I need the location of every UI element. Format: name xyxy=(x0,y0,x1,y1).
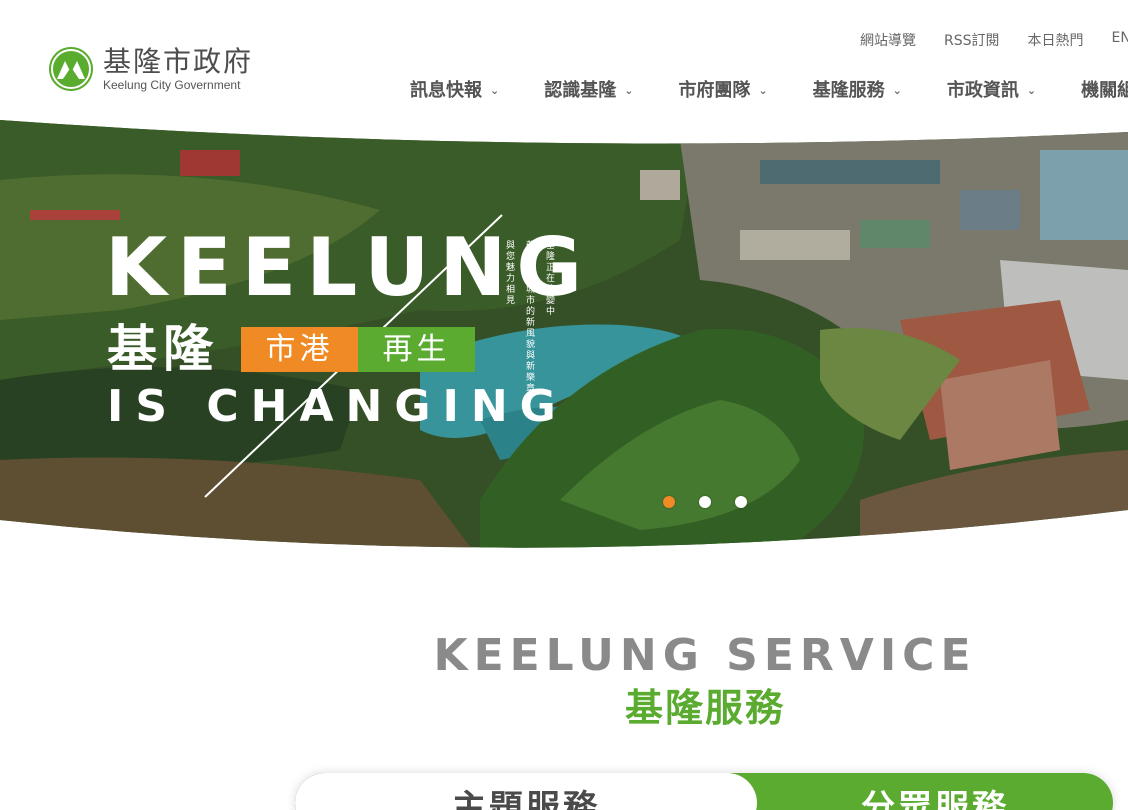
hero-vertical-text: 帶來海洋城市的新風貌與新樂章 xyxy=(524,240,534,394)
hero-tag-regeneration: 再生 xyxy=(358,327,475,372)
logo-title-zh: 基隆市政府 xyxy=(103,45,254,78)
nav-item-label: 機關組 xyxy=(1081,80,1128,101)
carousel-dot-3[interactable] xyxy=(735,496,747,508)
nav-item-agencies[interactable]: 機關組 xyxy=(1081,76,1128,102)
carousel-indicators xyxy=(663,496,747,508)
nav-item-city-info[interactable]: 市政資訊 ⌄ xyxy=(947,76,1036,102)
chevron-down-icon: ⌄ xyxy=(892,83,902,97)
hero-vertical-text: 基隆正在改變中 xyxy=(544,240,554,317)
main-nav: 訊息快報 ⌄ 認識基隆 ⌄ 市府團隊 ⌄ 基隆服務 ⌄ 市政資訊 ⌄ 機關組 xyxy=(410,76,1128,102)
rss-link[interactable]: RSS訂閱 xyxy=(944,30,1000,50)
section-title-zh: 基隆服務 xyxy=(624,686,785,730)
hero-vertical-text: 與您魅力相見 xyxy=(504,240,514,306)
keelung-emblem-icon xyxy=(49,47,93,91)
chevron-down-icon: ⌄ xyxy=(624,83,634,97)
chevron-down-icon: ⌄ xyxy=(1026,83,1037,97)
tab-theme-services[interactable]: 主題服務 xyxy=(295,773,757,810)
english-link[interactable]: EN xyxy=(1112,30,1128,50)
site-logo[interactable]: 基隆市政府 Keelung City Government xyxy=(49,46,253,92)
utility-nav: 網站導覽 RSS訂閱 本日熱門 EN xyxy=(860,30,1128,50)
nav-item-label: 市政資訊 xyxy=(946,80,1019,101)
nav-item-label: 認識基隆 xyxy=(544,80,617,101)
hero-subtitle: IS CHANGING xyxy=(107,381,568,432)
service-tabs: 主題服務 分眾服務 xyxy=(295,773,1113,810)
hero-title-zh: 基隆 xyxy=(107,320,219,378)
nav-item-about-keelung[interactable]: 認識基隆 ⌄ xyxy=(544,76,633,102)
hero-title: KEELUNG xyxy=(105,221,592,314)
tab-audience-services[interactable]: 分眾服務 xyxy=(757,773,1113,810)
carousel-dot-1[interactable] xyxy=(663,496,675,508)
tab-label: 分眾服務 xyxy=(861,788,1009,810)
chevron-down-icon: ⌄ xyxy=(758,83,768,97)
nav-item-label: 訊息快報 xyxy=(410,80,482,101)
chevron-down-icon: ⌄ xyxy=(490,83,500,97)
nav-item-label: 基隆服務 xyxy=(812,80,885,101)
logo-title-en: Keelung City Government xyxy=(103,78,241,92)
nav-item-label: 市府團隊 xyxy=(678,80,751,101)
popular-today-link[interactable]: 本日熱門 xyxy=(1028,30,1084,50)
nav-item-services[interactable]: 基隆服務 ⌄ xyxy=(813,76,902,102)
nav-item-team[interactable]: 市府團隊 ⌄ xyxy=(678,76,767,102)
section-title-en: KEELUNG SERVICE xyxy=(433,630,977,681)
tab-label: 主題服務 xyxy=(452,788,600,810)
hero-tag-port: 市港 xyxy=(241,327,358,372)
nav-item-news[interactable]: 訊息快報 ⌄ xyxy=(410,76,499,102)
sitemap-link[interactable]: 網站導覽 xyxy=(860,30,916,50)
carousel-dot-2[interactable] xyxy=(699,496,711,508)
